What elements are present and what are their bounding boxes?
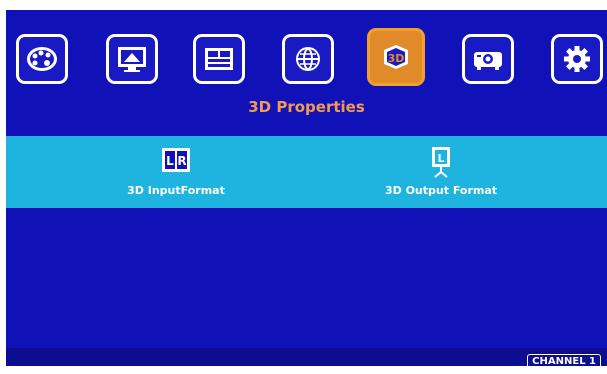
gear-icon	[564, 46, 590, 72]
submenu-bar: L R 3D InputFormat L 3D Output Format	[6, 136, 607, 208]
submenu-item-label: 3D InputFormat	[127, 184, 225, 197]
submenu-item-3d-output-format[interactable]: L 3D Output Format	[356, 136, 526, 208]
submenu-item-3d-input-format[interactable]: L R 3D InputFormat	[101, 136, 251, 208]
page-title: 3D Properties	[248, 98, 365, 116]
layout-icon	[205, 48, 233, 70]
tab-display[interactable]	[106, 34, 158, 84]
globe-icon	[296, 47, 320, 71]
submenu-item-label: 3D Output Format	[384, 184, 498, 197]
osd-screen: 3D 3D Properties L R 3D InputFormat L 3D…	[0, 0, 607, 374]
tab-layout[interactable]	[193, 34, 245, 84]
status-bar	[6, 348, 607, 366]
tab-projector[interactable]	[462, 34, 514, 84]
projector-icon	[474, 52, 502, 70]
svg-text:3D: 3D	[388, 52, 405, 65]
lr-icon: L R	[162, 148, 190, 172]
display-settings-icon	[118, 47, 146, 72]
tab-settings[interactable]	[551, 34, 603, 84]
tab-palette[interactable]	[16, 34, 68, 84]
tab-globe[interactable]	[282, 34, 334, 84]
tab-3d[interactable]: 3D	[367, 28, 425, 86]
channel-badge: CHANNEL 1	[527, 354, 601, 366]
screen-l-icon: L	[432, 147, 450, 178]
3d-icon: 3D	[384, 45, 408, 69]
palette-icon	[27, 47, 57, 71]
svg-text:L: L	[166, 154, 174, 168]
osd-menu: 3D 3D Properties L R 3D InputFormat L 3D…	[6, 10, 607, 366]
svg-text:R: R	[177, 154, 186, 168]
svg-text:L: L	[437, 152, 444, 165]
